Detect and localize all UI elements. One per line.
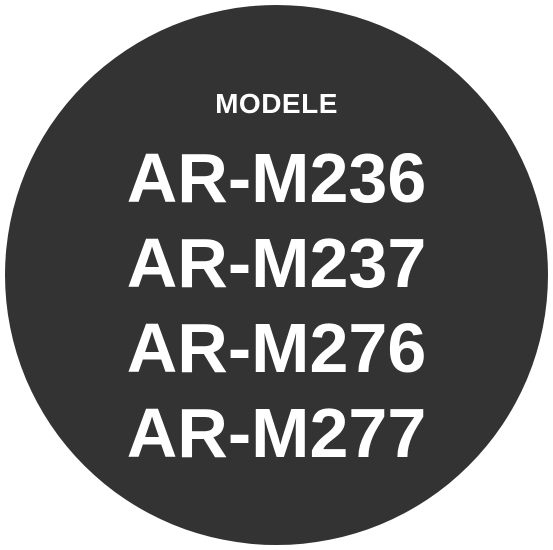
badge-heading: MODELE [215,88,338,119]
model-name: AR-M237 [126,224,427,302]
model-name: AR-M276 [126,309,427,387]
model-name: AR-M277 [126,394,427,472]
model-name: AR-M236 [126,139,427,217]
